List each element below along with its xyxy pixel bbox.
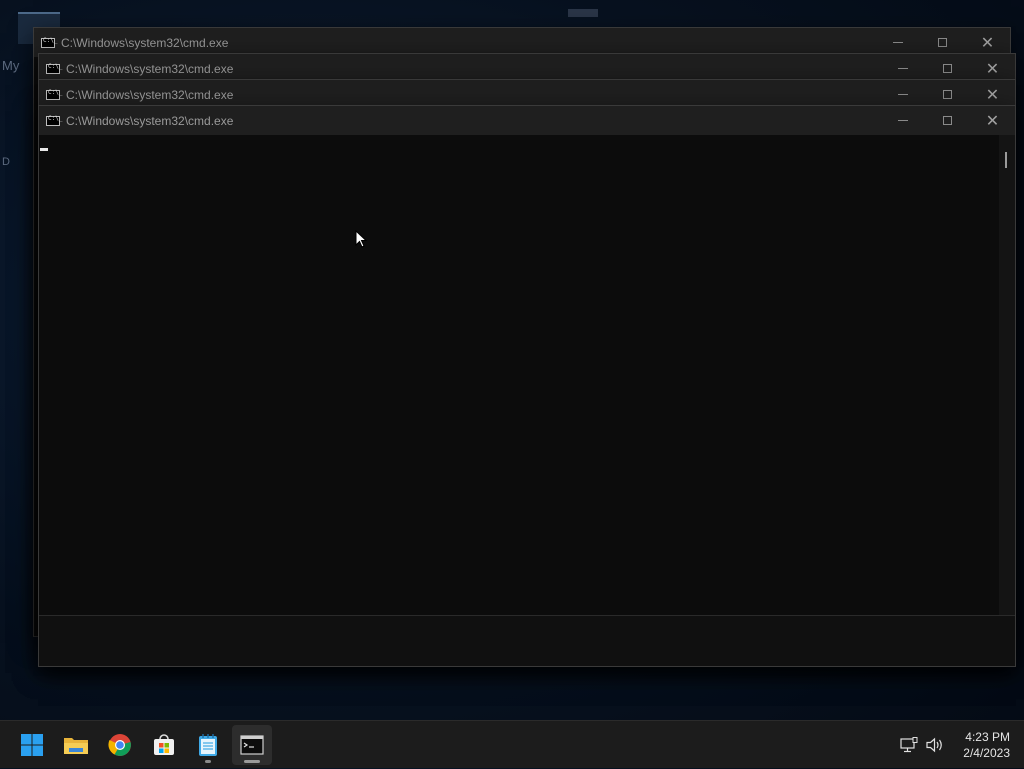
window-title: C:\Windows\system32\cmd.exe <box>66 87 234 102</box>
running-indicator <box>205 760 211 763</box>
cmd-icon <box>46 63 62 74</box>
chrome-icon <box>108 734 131 756</box>
desktop-icon-label[interactable]: D <box>2 156 10 168</box>
system-tray <box>900 721 948 769</box>
maximize-icon <box>943 116 952 125</box>
cmd-icon <box>41 37 57 48</box>
console-bottom-area <box>39 615 1015 666</box>
minimize-icon <box>897 68 908 69</box>
close-button[interactable]: ✕ <box>970 106 1015 135</box>
taskbar: 4:23 PM 2/4/2023 <box>0 720 1024 768</box>
start-icon <box>21 734 43 756</box>
minimize-icon <box>892 42 903 43</box>
window-title: C:\Windows\system32\cmd.exe <box>66 113 234 128</box>
text-cursor <box>40 148 48 151</box>
window-title: C:\Windows\system32\cmd.exe <box>66 61 234 76</box>
network-button[interactable] <box>900 730 922 760</box>
clock[interactable]: 4:23 PM 2/4/2023 <box>963 729 1010 761</box>
network-icon <box>900 737 918 753</box>
file-explorer-icon <box>64 738 88 754</box>
desktop-icon-label[interactable]: My <box>2 58 19 73</box>
cmd-icon <box>46 89 62 100</box>
cmd-icon <box>240 735 264 755</box>
chrome-button[interactable] <box>100 725 140 765</box>
notepad-icon <box>199 734 217 756</box>
maximize-icon <box>943 90 952 99</box>
minimize-icon <box>897 94 908 95</box>
minimize-button[interactable] <box>880 106 925 135</box>
desktop-icon <box>568 9 598 17</box>
vertical-scrollbar[interactable] <box>999 135 1015 615</box>
console-output-area[interactable] <box>39 135 999 615</box>
cmd-window-active[interactable]: C:\Windows\system32\cmd.exe ✕ <box>38 105 1016 667</box>
maximize-icon <box>938 38 947 47</box>
notepad-button[interactable] <box>188 725 228 765</box>
volume-icon <box>926 737 942 753</box>
maximize-icon <box>943 64 952 73</box>
file-explorer-button[interactable] <box>56 725 96 765</box>
minimize-icon <box>897 120 908 121</box>
microsoft-store-icon <box>154 734 174 755</box>
title-bar[interactable]: C:\Windows\system32\cmd.exe ✕ <box>39 106 1015 135</box>
cmd-taskbar-button[interactable] <box>232 725 272 765</box>
volume-button[interactable] <box>926 730 948 760</box>
microsoft-store-button[interactable] <box>144 725 184 765</box>
start-button[interactable] <box>12 725 52 765</box>
scrollbar-thumb[interactable] <box>1005 152 1007 168</box>
cmd-icon <box>46 115 62 126</box>
clock-time: 4:23 PM <box>965 730 1010 744</box>
clock-date: 2/4/2023 <box>963 746 1010 760</box>
window-title: C:\Windows\system32\cmd.exe <box>61 35 229 50</box>
active-indicator <box>244 760 260 763</box>
mouse-pointer-icon <box>355 230 368 248</box>
maximize-button[interactable] <box>925 106 970 135</box>
